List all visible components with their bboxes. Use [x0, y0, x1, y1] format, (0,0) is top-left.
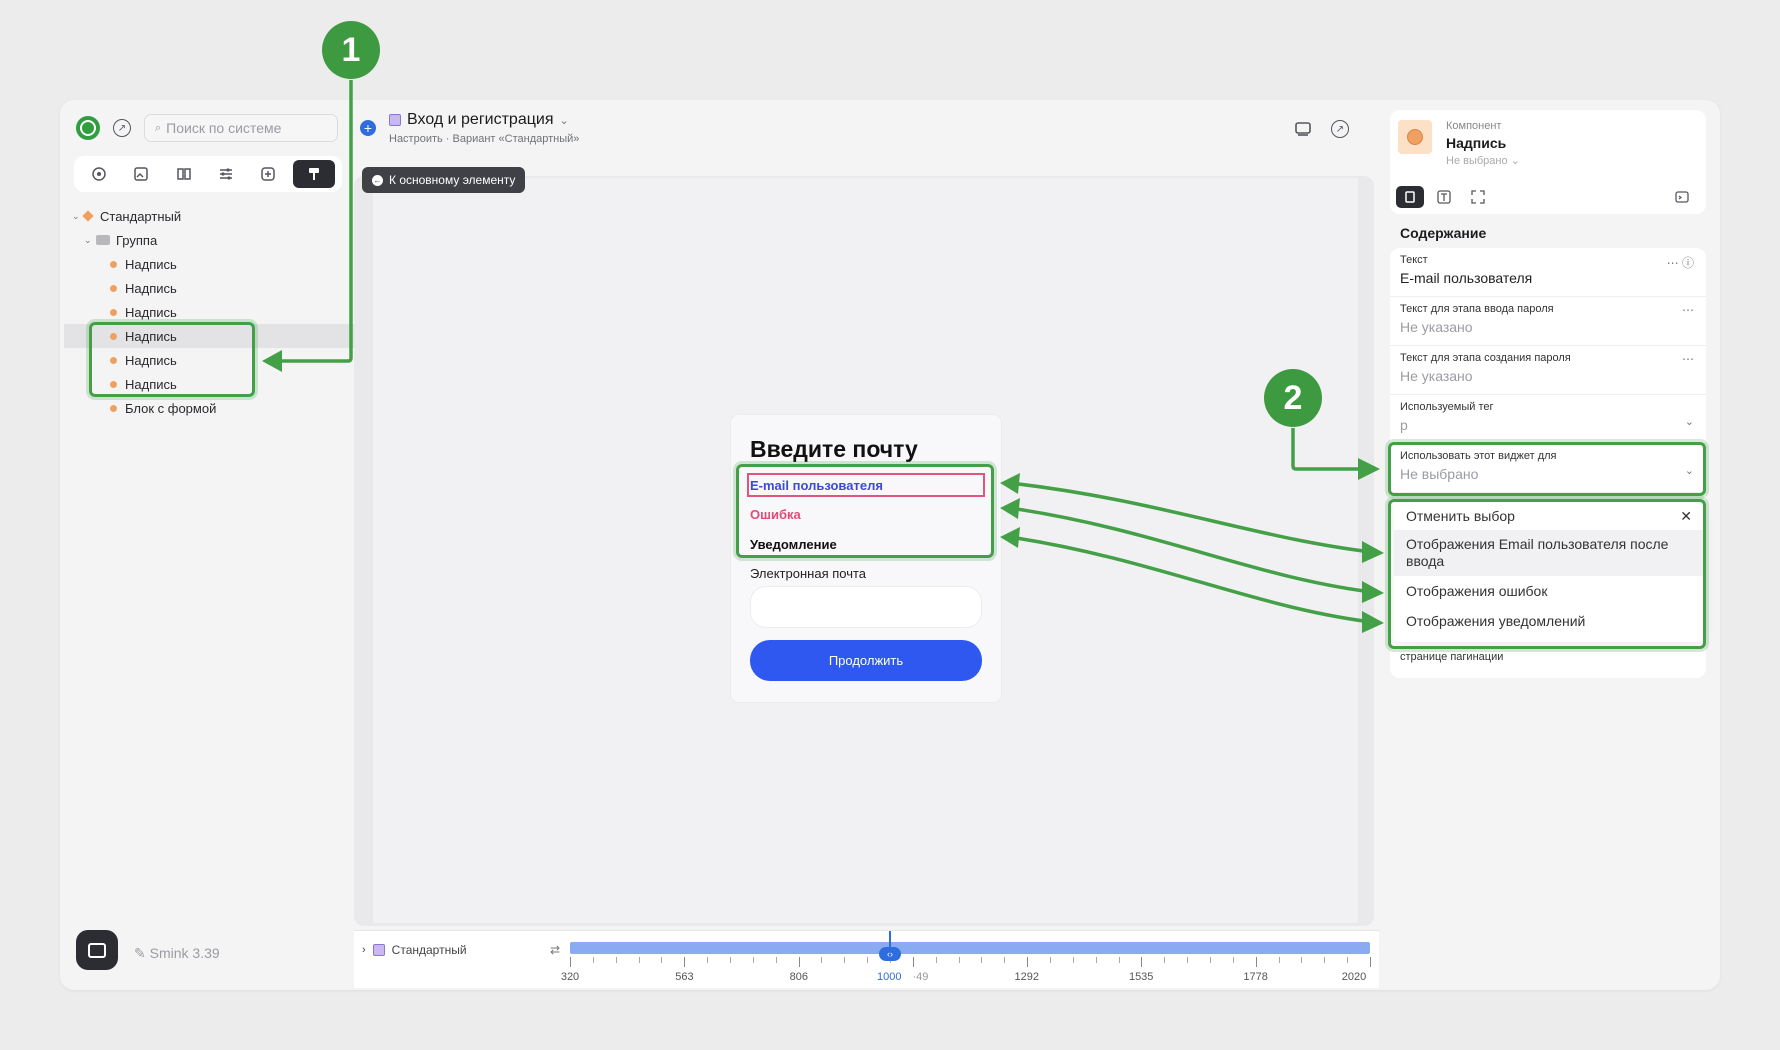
annotation-callout-2: 2: [1264, 369, 1322, 427]
annotation-arrows: [262, 80, 1384, 633]
annotation-callout-1: 1: [322, 21, 380, 79]
